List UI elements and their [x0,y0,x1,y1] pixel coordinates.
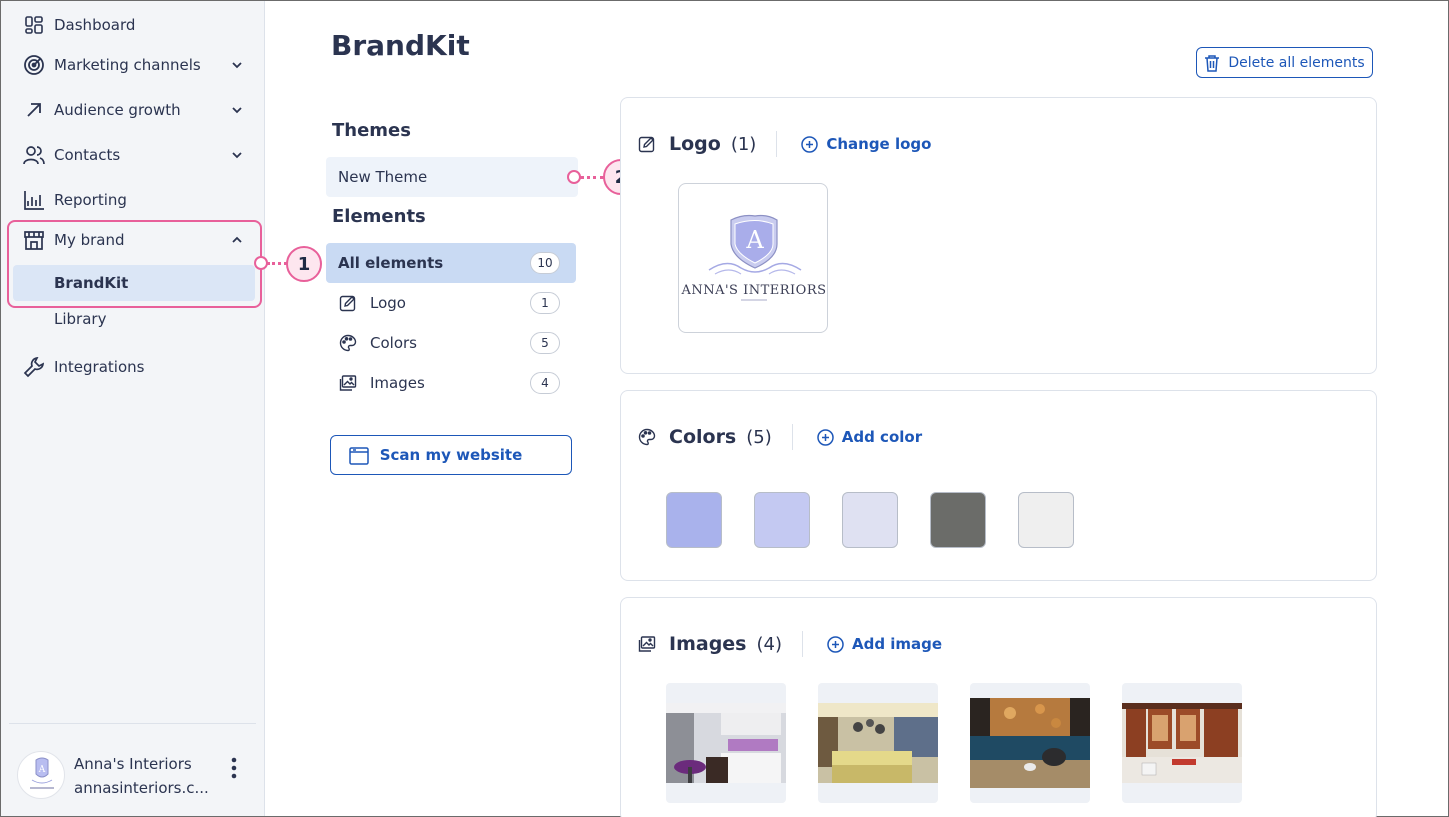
sidebar-divider [9,723,256,724]
scan-website-button[interactable]: Scan my website [330,435,572,475]
element-item-images[interactable]: Images 4 [326,363,576,403]
chevron-down-icon[interactable] [230,58,244,76]
callout-dot [567,170,581,184]
arrow-up-right-icon [23,99,45,121]
themes-heading: Themes [332,120,411,141]
callout-marker-1: 1 [286,246,322,282]
count-badge: 5 [530,332,560,354]
palette-icon [637,427,657,447]
avatar: A [17,751,65,799]
divider [776,131,778,157]
trash-icon [1204,54,1220,72]
sidebar-item-reporting[interactable]: Reporting [23,185,248,215]
sidebar-item-integrations[interactable]: Integrations [23,352,248,382]
plus-circle-icon [801,135,819,153]
callout-line [580,176,604,179]
svg-text:A: A [745,226,764,254]
sidebar-item-label: Dashboard [54,16,136,34]
people-icon [23,144,45,166]
my-brand-highlight [7,220,262,308]
callout-dot [254,256,268,270]
logo-wordmark: ANNA'S INTERIORS [680,283,826,298]
logo-card-title: Logo [669,133,721,155]
sidebar-item-contacts[interactable]: Contacts [23,140,248,170]
colors-card: Colors (5) Add color [620,390,1377,581]
change-logo-button[interactable]: Change logo [801,135,931,153]
add-image-button[interactable]: Add image [827,635,942,653]
target-icon [23,54,45,76]
plus-circle-icon [817,428,834,446]
sidebar-item-marketing-channels[interactable]: Marketing channels [23,50,248,80]
element-item-all[interactable]: All elements 10 [326,243,576,283]
chart-icon [23,189,45,211]
sidebar-item-label: Integrations [54,358,145,376]
sidebar-item-label: Contacts [54,146,121,164]
callout-line [267,262,287,265]
account-domain: annasinteriors.c... [74,779,209,797]
images-card-title: Images [669,633,747,655]
images-card-count: (4) [756,633,782,655]
kitchen-image-4[interactable] [1122,683,1242,803]
dashboard-icon [23,14,45,36]
kitchen-image-1[interactable] [666,683,786,803]
wrench-icon [23,356,45,378]
color-swatch[interactable] [930,492,986,548]
images-card: Images (4) Add image [620,597,1377,817]
element-item-colors[interactable]: Colors 5 [326,323,576,363]
kitchen-image-2[interactable] [818,683,938,803]
color-swatch[interactable] [666,492,722,548]
sidebar-item-dashboard[interactable]: Dashboard [23,10,248,40]
divider [801,631,803,657]
account-name: Anna's Interiors [74,755,192,773]
sidebar: Dashboard Marketing channels Audience gr… [1,1,265,816]
account-switcher[interactable]: A Anna's Interiors annasinteriors.c... [17,749,253,801]
edit-square-icon [637,134,657,154]
edit-square-icon [338,293,358,313]
chevron-down-icon[interactable] [230,148,244,166]
palette-icon [338,333,358,353]
colors-card-title: Colors [669,426,737,448]
kitchen-image-3[interactable] [970,683,1090,803]
color-swatch[interactable] [1018,492,1074,548]
logo-card: Logo (1) Change logo A ANNA'S INTERIORS [620,97,1377,374]
theme-item-new-theme[interactable]: New Theme [326,157,578,197]
add-color-button[interactable]: Add color [817,428,922,446]
count-badge: 4 [530,372,560,394]
sidebar-item-label: Marketing channels [54,56,201,74]
browser-window-icon [349,447,369,465]
sidebar-item-label: Reporting [54,191,127,209]
colors-card-header: Colors (5) Add color [637,422,922,452]
elements-heading: Elements [332,206,426,227]
page-title: BrandKit [331,29,470,62]
image-icon [637,634,657,654]
svg-text:A: A [38,765,46,775]
delete-all-elements-button[interactable]: Delete all elements [1196,47,1373,78]
color-swatch[interactable] [842,492,898,548]
sidebar-item-label: Library [54,310,107,328]
image-icon [338,373,358,393]
logo-card-header: Logo (1) Change logo [637,129,931,159]
images-card-header: Images (4) Add image [637,629,942,659]
divider [791,424,793,450]
chevron-down-icon[interactable] [230,103,244,121]
plus-circle-icon [827,635,844,653]
count-badge: 10 [530,252,560,274]
sidebar-item-audience-growth[interactable]: Audience growth [23,95,248,125]
logo-image[interactable]: A ANNA'S INTERIORS [678,183,828,333]
colors-card-count: (5) [746,426,772,448]
color-swatch[interactable] [754,492,810,548]
sidebar-item-label: Audience growth [54,101,181,119]
count-badge: 1 [530,292,560,314]
more-vertical-icon[interactable] [231,757,237,779]
element-item-logo[interactable]: Logo 1 [326,283,576,323]
logo-card-count: (1) [730,133,757,155]
